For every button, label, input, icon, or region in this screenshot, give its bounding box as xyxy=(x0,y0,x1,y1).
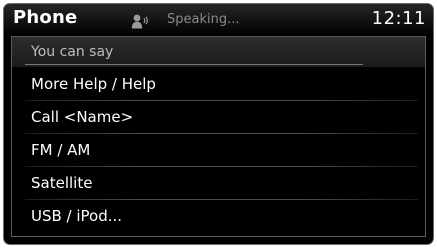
voice-speaking-icon xyxy=(131,13,151,29)
list-item-usb-ipod[interactable]: USB / iPod... xyxy=(12,201,425,233)
row-divider xyxy=(25,166,418,167)
speaking-status: Speaking... xyxy=(167,12,240,27)
row-divider xyxy=(25,133,418,134)
clock: 12:11 xyxy=(371,8,426,29)
list-item-fm-am[interactable]: FM / AM xyxy=(12,135,425,167)
list-item-more-help[interactable]: More Help / Help xyxy=(12,69,425,101)
list-item-call-name[interactable]: Call <Name> xyxy=(12,102,425,134)
list-item-label: Satellite xyxy=(31,174,93,192)
list-item-satellite[interactable]: Satellite xyxy=(12,168,425,200)
section-divider xyxy=(25,64,363,65)
list-item-label: USB / iPod... xyxy=(31,207,123,225)
list-item-label: FM / AM xyxy=(31,141,91,159)
voice-command-list: You can say More Help / Help Call <Name>… xyxy=(11,36,426,237)
header-bar: Phone Speaking... 12:11 xyxy=(4,4,433,36)
list-item-label: Call <Name> xyxy=(31,108,134,126)
row-divider xyxy=(25,100,418,101)
phone-voice-screen: Phone Speaking... 12:11 You can say More… xyxy=(4,4,433,244)
section-label: You can say xyxy=(31,44,114,60)
row-divider xyxy=(25,199,418,200)
app-title: Phone xyxy=(13,7,78,28)
you-can-say-header: You can say xyxy=(12,37,425,67)
list-item-label: More Help / Help xyxy=(31,75,156,93)
